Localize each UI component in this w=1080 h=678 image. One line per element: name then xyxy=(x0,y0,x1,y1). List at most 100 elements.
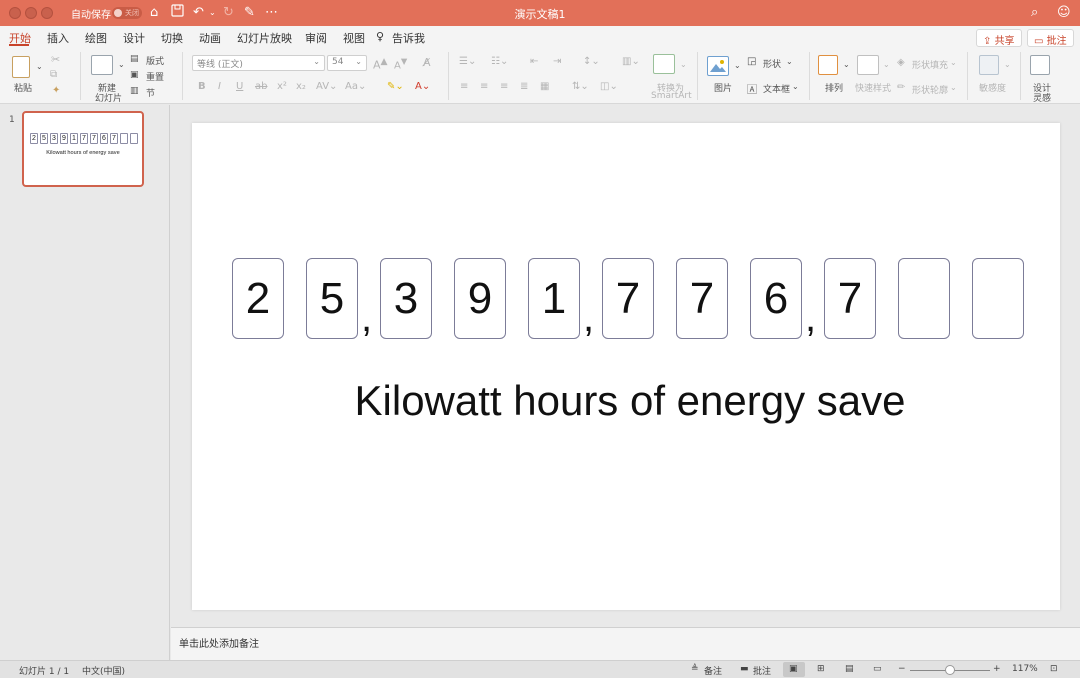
quick-styles-label[interactable]: 快速样式 xyxy=(855,81,891,94)
digit-box[interactable]: 7 xyxy=(824,258,876,339)
picture-dropdown-icon[interactable]: ⌄ xyxy=(734,61,741,70)
digit-box[interactable]: 2 xyxy=(232,258,284,339)
notes-placeholder[interactable]: 单击此处添加备注 xyxy=(179,635,259,650)
numbering-icon[interactable]: ☷⌄ xyxy=(491,56,508,67)
align-right-icon[interactable]: ≡ xyxy=(500,81,508,92)
notes-pane[interactable]: 单击此处添加备注 xyxy=(171,627,1080,660)
fit-to-window-icon[interactable]: ⊡ xyxy=(1050,664,1058,674)
smiley-icon[interactable]: ☺ xyxy=(1057,4,1071,22)
arrange-dropdown-icon[interactable]: ⌄ xyxy=(843,60,850,69)
character-spacing-icon[interactable]: AV⌄ xyxy=(316,81,337,92)
paste-dropdown-icon[interactable]: ⌄ xyxy=(36,62,43,71)
sensitivity-label[interactable]: 敏感度 xyxy=(979,81,1006,94)
shape-fill-button[interactable]: 形状填充 xyxy=(912,58,948,71)
tab-insert[interactable]: 插入 xyxy=(47,30,69,46)
tab-design[interactable]: 设计 xyxy=(123,30,145,46)
normal-view-icon[interactable]: ▣ xyxy=(789,664,798,674)
shape-fill-dropdown-icon[interactable]: ⌄ xyxy=(950,58,957,67)
textbox-button[interactable]: 文本框 xyxy=(763,82,790,95)
tab-draw[interactable]: 绘图 xyxy=(85,30,107,46)
digit-box[interactable]: 1 xyxy=(528,258,580,339)
format-painter-icon[interactable]: ✦ xyxy=(52,85,60,96)
paste-icon[interactable] xyxy=(12,56,30,78)
tab-tell-me[interactable]: 告诉我 xyxy=(392,30,425,46)
highlight-icon[interactable]: ✎⌄ xyxy=(387,81,404,92)
tab-animations[interactable]: 动画 xyxy=(199,30,221,46)
zoom-slider-handle[interactable] xyxy=(945,665,955,675)
italic-icon[interactable]: I xyxy=(218,81,221,92)
underline-icon[interactable]: U xyxy=(236,81,243,92)
align-center-icon[interactable]: ≡ xyxy=(480,81,488,92)
digit-box[interactable]: 9 xyxy=(454,258,506,339)
zoom-level[interactable]: 117% xyxy=(1012,664,1038,674)
arrange-icon[interactable] xyxy=(818,55,838,75)
digit-box[interactable]: 7 xyxy=(676,258,728,339)
subscript-icon[interactable]: x₂ xyxy=(296,81,306,92)
slideshow-icon[interactable]: ▭ xyxy=(873,664,882,674)
comments-button[interactable]: ▭ 批注 xyxy=(1027,29,1074,47)
decrease-font-icon[interactable]: A▼ xyxy=(394,56,407,71)
convert-smartart-label-2[interactable]: SmartArt xyxy=(651,91,692,101)
zoom-in-icon[interactable]: + xyxy=(993,664,1001,674)
bold-icon[interactable]: B xyxy=(198,81,206,92)
strikethrough-icon[interactable]: ab xyxy=(255,81,267,92)
quick-styles-dropdown-icon[interactable]: ⌄ xyxy=(883,60,890,69)
digit-box[interactable] xyxy=(972,258,1024,339)
paste-label[interactable]: 粘贴 xyxy=(14,81,32,94)
shape-outline-dropdown-icon[interactable]: ⌄ xyxy=(950,83,957,92)
align-left-icon[interactable]: ≡ xyxy=(460,81,468,92)
digit-box[interactable] xyxy=(898,258,950,339)
distributed-icon[interactable]: ▦ xyxy=(540,81,549,92)
new-slide-dropdown-icon[interactable]: ⌄ xyxy=(118,60,125,69)
slide-canvas[interactable]: 2 5 , 3 9 1 , 7 7 6 , 7 Kilowatt hours o… xyxy=(192,123,1060,610)
sensitivity-dropdown-icon[interactable]: ⌄ xyxy=(1004,60,1011,69)
tab-transitions[interactable]: 切换 xyxy=(161,30,183,46)
arrange-label[interactable]: 排列 xyxy=(825,81,843,94)
line-spacing-icon[interactable]: ↕⌄ xyxy=(583,56,600,67)
font-name-select[interactable]: 等线 (正文) ⌄ xyxy=(192,55,325,71)
slide-sorter-icon[interactable]: ⊞ xyxy=(817,664,825,674)
language-indicator[interactable]: 中文(中国) xyxy=(82,664,125,677)
font-color-icon[interactable]: A⌄ xyxy=(415,81,430,92)
justify-icon[interactable]: ≣ xyxy=(520,81,528,92)
notes-toggle[interactable]: 备注 xyxy=(704,664,722,677)
change-case-icon[interactable]: Aa⌄ xyxy=(345,81,366,92)
reset-button[interactable]: 重置 xyxy=(146,70,164,83)
designer-label-2[interactable]: 灵感 xyxy=(1033,91,1051,104)
new-slide-icon[interactable] xyxy=(91,55,113,75)
sensitivity-icon[interactable] xyxy=(979,55,999,75)
shape-outline-button[interactable]: 形状轮廓 xyxy=(912,83,948,96)
zoom-out-icon[interactable]: − xyxy=(898,664,906,674)
slide-caption[interactable]: Kilowatt hours of energy save xyxy=(192,377,1068,425)
align-text-icon[interactable]: ◫⌄ xyxy=(600,81,618,92)
share-button[interactable]: ⇪ 共享 xyxy=(976,29,1022,47)
text-direction-icon[interactable]: ⇅⌄ xyxy=(572,81,589,92)
smartart-icon[interactable] xyxy=(653,54,675,74)
smartart-dropdown-icon[interactable]: ⌄ xyxy=(680,60,687,69)
font-size-select[interactable]: 54 ⌄ xyxy=(327,55,367,71)
search-icon[interactable]: ⌕ xyxy=(1031,4,1038,22)
slide-thumbnail[interactable]: 2 5 3 9 1 7 7 6 7 Kilowatt hours of ener… xyxy=(22,111,144,187)
new-slide-label-2[interactable]: 幻灯片 xyxy=(95,91,122,104)
shape-button[interactable]: 形状 xyxy=(763,57,781,70)
columns-icon[interactable]: ▥⌄ xyxy=(622,56,640,67)
tab-slideshow[interactable]: 幻灯片放映 xyxy=(237,30,292,46)
digit-box[interactable]: 3 xyxy=(380,258,432,339)
quick-styles-icon[interactable] xyxy=(857,55,879,75)
textbox-dropdown-icon[interactable]: ⌄ xyxy=(792,82,799,91)
picture-label[interactable]: 图片 xyxy=(714,81,732,94)
increase-font-icon[interactable]: A▲ xyxy=(373,56,388,72)
layout-button[interactable]: 版式 xyxy=(146,54,164,67)
digit-box[interactable]: 7 xyxy=(602,258,654,339)
copy-icon[interactable]: ⧉ xyxy=(50,69,57,80)
superscript-icon[interactable]: x² xyxy=(277,81,287,92)
increase-indent-icon[interactable]: ⇥ xyxy=(553,56,561,67)
designer-icon[interactable] xyxy=(1030,55,1050,75)
bullets-icon[interactable]: ☰⌄ xyxy=(459,56,476,67)
picture-icon[interactable] xyxy=(707,56,729,76)
digit-box[interactable]: 5 xyxy=(306,258,358,339)
tab-view[interactable]: 视图 xyxy=(343,30,365,46)
shape-dropdown-icon[interactable]: ⌄ xyxy=(786,57,793,66)
clear-format-icon[interactable]: A̸ xyxy=(423,56,431,69)
tab-review[interactable]: 审阅 xyxy=(305,30,327,46)
